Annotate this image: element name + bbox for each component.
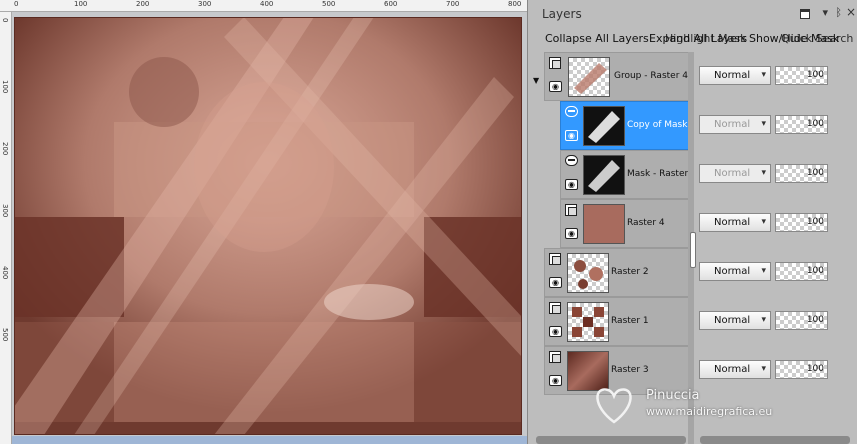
ruler-label: 800 <box>508 0 522 8</box>
ruler-horizontal: 0 100 200 300 400 500 600 700 800 <box>0 0 527 12</box>
blend-mode-select[interactable]: Normal <box>699 360 771 379</box>
ruler-label: 400 <box>1 266 9 280</box>
layer-thumbnail <box>567 302 609 342</box>
pin-icon[interactable]: ᛒ <box>835 6 842 19</box>
blend-mode-select[interactable]: Normal <box>699 164 771 183</box>
eye-icon[interactable]: ◉ <box>549 81 562 92</box>
expand-arrow-icon[interactable]: ▼ <box>533 76 539 85</box>
layer-thumbnail <box>583 155 625 195</box>
thumbnail-art <box>588 160 620 192</box>
collapse-all-button[interactable]: Collapse All Layers <box>545 32 649 45</box>
panel-title: Layers <box>542 7 582 21</box>
layer-name[interactable]: Group - Raster 4 <box>614 71 689 81</box>
opacity-value: 100 <box>806 119 824 129</box>
quick-search-button[interactable]: Quick Search <box>781 32 853 45</box>
mask-icon <box>565 155 578 166</box>
blend-mode-select[interactable]: Normal <box>699 311 771 330</box>
layer-name[interactable]: Raster 1 <box>611 316 681 326</box>
layer-row-header[interactable]: ◉ Group - Raster 4 <box>544 52 689 101</box>
ruler-label: 200 <box>1 142 9 156</box>
layer-thumbnail <box>583 106 625 146</box>
thumbnail-art <box>572 307 604 337</box>
group-layer-icon <box>549 57 561 69</box>
eye-icon[interactable]: ◉ <box>565 228 578 239</box>
ruler-label: 500 <box>322 0 336 8</box>
opacity-field[interactable]: 100 <box>775 213 828 232</box>
layer-name[interactable]: Raster 2 <box>611 267 681 277</box>
opacity-value: 100 <box>806 70 824 80</box>
opacity-value: 100 <box>806 364 824 374</box>
layer-thumbnail <box>567 253 609 293</box>
layer-thumbnail <box>568 57 610 97</box>
thumbnail-art <box>574 63 607 94</box>
layer-name[interactable]: Raster 3 <box>611 365 681 375</box>
ruler-label: 200 <box>136 0 150 8</box>
opacity-field[interactable]: 100 <box>775 66 828 85</box>
layer-name[interactable]: Raster 4 <box>627 218 689 228</box>
blend-mode-select[interactable]: Normal <box>699 66 771 85</box>
eye-icon[interactable]: ◉ <box>565 130 578 141</box>
opacity-field[interactable]: 100 <box>775 311 828 330</box>
eye-icon[interactable]: ◉ <box>549 326 562 337</box>
eye-icon[interactable]: ◉ <box>549 375 562 386</box>
raster-layer-icon <box>549 351 561 363</box>
ruler-label: 400 <box>260 0 274 8</box>
layer-thumbnail <box>583 204 625 244</box>
raster-layer-icon <box>549 253 561 265</box>
opacity-value: 100 <box>806 266 824 276</box>
mask-icon <box>565 106 578 117</box>
watermark-url: www.maidiregrafica.eu <box>646 405 773 418</box>
layer-name[interactable]: Mask - Raster 4 <box>627 169 689 179</box>
blend-mode-select[interactable]: Normal <box>699 213 771 232</box>
layer-row-header[interactable]: ◉ Mask - Raster 4 <box>560 150 689 199</box>
ruler-label: 0 <box>1 18 9 23</box>
highlight-mask-button[interactable]: Highlight Mask <box>665 32 747 45</box>
ruler-label: 100 <box>1 80 9 94</box>
panel-menu-icon[interactable]: ▾ <box>822 6 828 19</box>
ruler-label: 0 <box>14 0 19 8</box>
watermark-name: Pinuccia <box>646 388 700 403</box>
opacity-field[interactable]: 100 <box>775 115 828 134</box>
document-image[interactable] <box>14 17 522 435</box>
eye-icon[interactable]: ◉ <box>565 179 578 190</box>
dock-icon[interactable] <box>800 9 810 19</box>
opacity-field[interactable]: 100 <box>775 164 828 183</box>
blend-mode-select[interactable]: Normal <box>699 115 771 134</box>
layers-toolbar: Collapse All Layers Expand All Layers Hi… <box>528 28 857 50</box>
heart-logo <box>596 388 632 424</box>
opacity-field[interactable]: 100 <box>775 360 828 379</box>
layers-panel: Layers ▾ ᛒ × Collapse All Layers Expand … <box>527 0 857 444</box>
thumbnail-art <box>574 260 603 289</box>
layer-row-header[interactable]: ◉ Raster 1 <box>544 297 689 346</box>
ruler-label: 300 <box>198 0 212 8</box>
blend-mode-select[interactable]: Normal <box>699 262 771 281</box>
layer-row-header[interactable]: ◉ Raster 4 <box>560 199 689 248</box>
artwork <box>14 17 522 435</box>
opacity-value: 100 <box>806 168 824 178</box>
close-icon[interactable]: × <box>846 5 856 19</box>
layer-row-header[interactable]: ◉ Raster 2 <box>544 248 689 297</box>
ruler-vertical: 0 100 200 300 400 500 <box>0 12 12 444</box>
raster-layer-icon <box>565 204 577 216</box>
ruler-label: 700 <box>446 0 460 8</box>
splitter-grip[interactable] <box>690 232 696 268</box>
opacity-field[interactable]: 100 <box>775 262 828 281</box>
ruler-label: 500 <box>1 328 9 342</box>
canvas-horizontal-scrollbar[interactable] <box>12 436 527 444</box>
canvas-area[interactable]: 0 100 200 300 400 500 600 700 800 0 100 … <box>0 0 527 444</box>
layers-title-bar[interactable]: Layers ▾ ᛒ × <box>528 0 857 28</box>
watermark: Pinuccia www.maidiregrafica.eu <box>584 378 844 428</box>
ruler-label: 300 <box>1 204 9 218</box>
layer-row-header[interactable]: ◉ Copy of Mask - R <box>560 101 689 150</box>
eye-icon[interactable]: ◉ <box>549 277 562 288</box>
ruler-label: 100 <box>74 0 88 8</box>
layers-scrollbar-right[interactable] <box>700 436 850 444</box>
ruler-label: 600 <box>384 0 398 8</box>
layer-name[interactable]: Copy of Mask - R <box>627 120 689 130</box>
layers-scrollbar-left[interactable] <box>536 436 686 444</box>
opacity-value: 100 <box>806 315 824 325</box>
thumbnail-art <box>588 111 620 143</box>
opacity-value: 100 <box>806 217 824 227</box>
raster-layer-icon <box>549 302 561 314</box>
